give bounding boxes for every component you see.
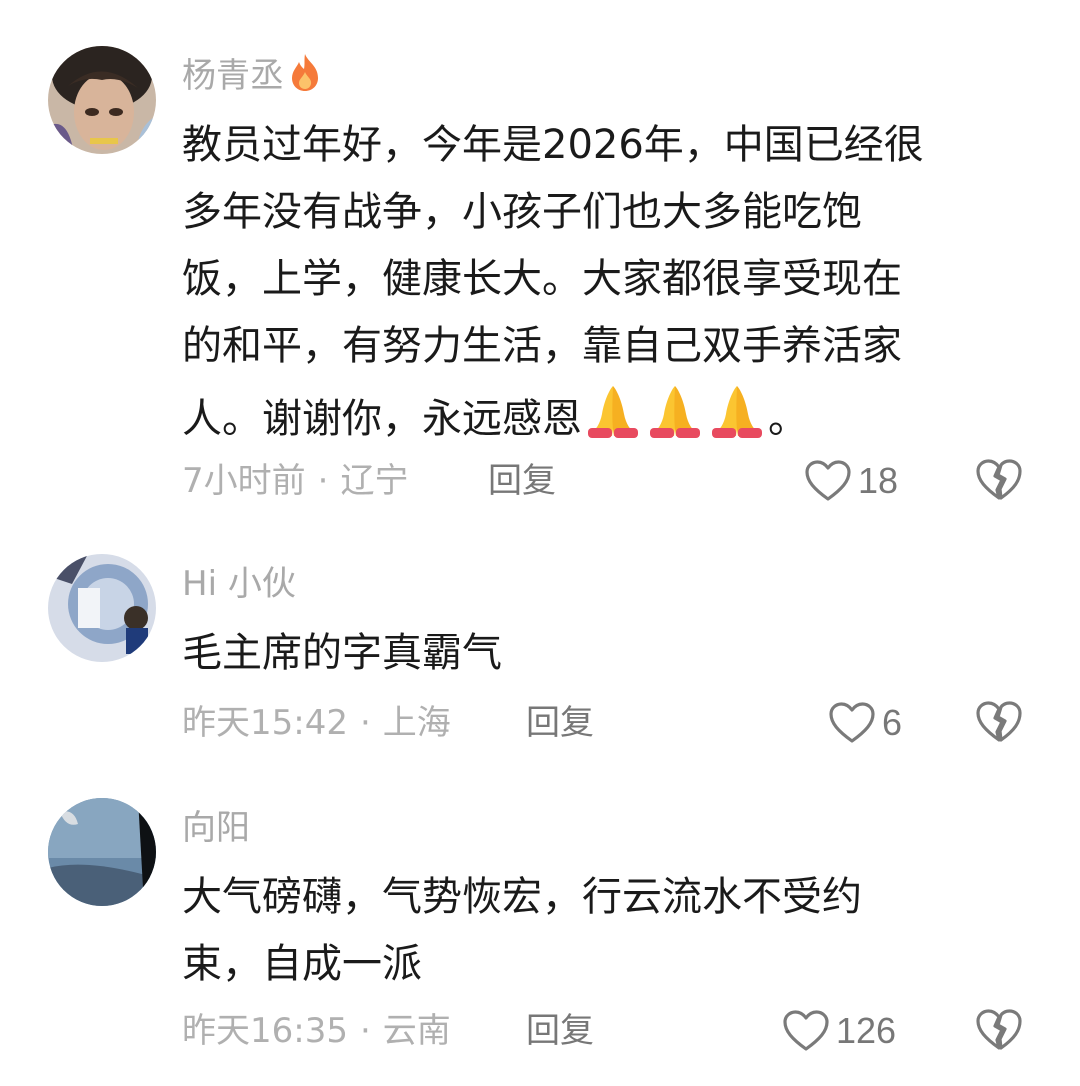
like-button[interactable]: 126 (782, 1006, 896, 1056)
meta-separator: · (359, 703, 371, 743)
reply-button[interactable]: 回复 (526, 698, 594, 748)
folded-hands-icon (582, 380, 644, 440)
comment-line: 多年没有战争，小孩子们也大多能吃饱 (182, 189, 862, 235)
comment-line-text: 人。谢谢你，永远感恩 (182, 396, 582, 442)
like-button[interactable]: 18 (804, 456, 898, 506)
like-button[interactable]: 6 (828, 698, 902, 748)
dislike-button[interactable] (974, 698, 1024, 748)
username[interactable]: 杨青丞 (182, 52, 324, 103)
comment-location: 云南 (382, 1011, 451, 1051)
comment-line: 大气磅礴，气势恢宏，行云流水不受约 (182, 874, 862, 920)
comment-line: 人。谢谢你，永远感恩 。 (182, 380, 1012, 453)
dislike-button[interactable] (974, 1006, 1024, 1056)
heart-outline-icon (829, 702, 875, 743)
username-text: 杨青丞 (182, 56, 284, 96)
username[interactable]: Hi 小伙 (182, 562, 296, 606)
comment-line: 毛主席的字真霸气 (182, 630, 502, 676)
heart-outline-icon (805, 460, 851, 501)
comment-line: 饭，上学，健康长大。大家都很享受现在 (182, 256, 902, 302)
comment-meta: 昨天15:42 · 上海 (182, 698, 451, 748)
comment-text: 教员过年好，今年是2026年，中国已经很 多年没有战争，小孩子们也大多能吃饱 饭… (182, 112, 1012, 453)
comment-line: 教员过年好，今年是2026年，中国已经很 (182, 122, 924, 168)
dislike-button[interactable] (974, 456, 1024, 506)
folded-hands-icon (644, 380, 706, 440)
comment-line-end: 。 (768, 396, 808, 442)
comment-line: 束，自成一派 (182, 941, 422, 987)
like-count: 18 (858, 460, 899, 501)
comment-text: 大气磅礴，气势恢宏，行云流水不受约 束，自成一派 (182, 864, 1012, 998)
heart-outline-icon (783, 1010, 829, 1051)
comment-location: 辽宁 (340, 461, 409, 501)
comment-line: 的和平，有努力生活，靠自己双手养活家 (182, 323, 902, 369)
username[interactable]: 向阳 (182, 806, 250, 850)
meta-separator: · (359, 1011, 371, 1051)
broken-heart-icon (976, 1009, 1022, 1050)
broken-heart-icon (976, 459, 1022, 500)
folded-hands-icon (706, 380, 768, 440)
fire-icon (286, 52, 324, 103)
comment-meta: 7小时前 · 辽宁 (182, 456, 408, 506)
like-count: 126 (836, 1010, 897, 1051)
meta-separator: · (317, 461, 329, 501)
comment-text: 毛主席的字真霸气 (182, 620, 1012, 687)
comment-time: 7小时前 (182, 461, 306, 501)
comment-meta: 昨天16:35 · 云南 (182, 1006, 451, 1056)
reply-button[interactable]: 回复 (526, 1006, 594, 1056)
reply-button[interactable]: 回复 (488, 456, 556, 506)
avatar[interactable] (48, 554, 156, 662)
like-count: 6 (882, 702, 903, 743)
avatar[interactable] (48, 798, 156, 906)
broken-heart-icon (976, 701, 1022, 742)
avatar[interactable] (48, 46, 156, 154)
comment-time: 昨天16:35 (182, 1011, 348, 1051)
comment-time: 昨天15:42 (182, 703, 348, 743)
comment-location: 上海 (382, 703, 451, 743)
